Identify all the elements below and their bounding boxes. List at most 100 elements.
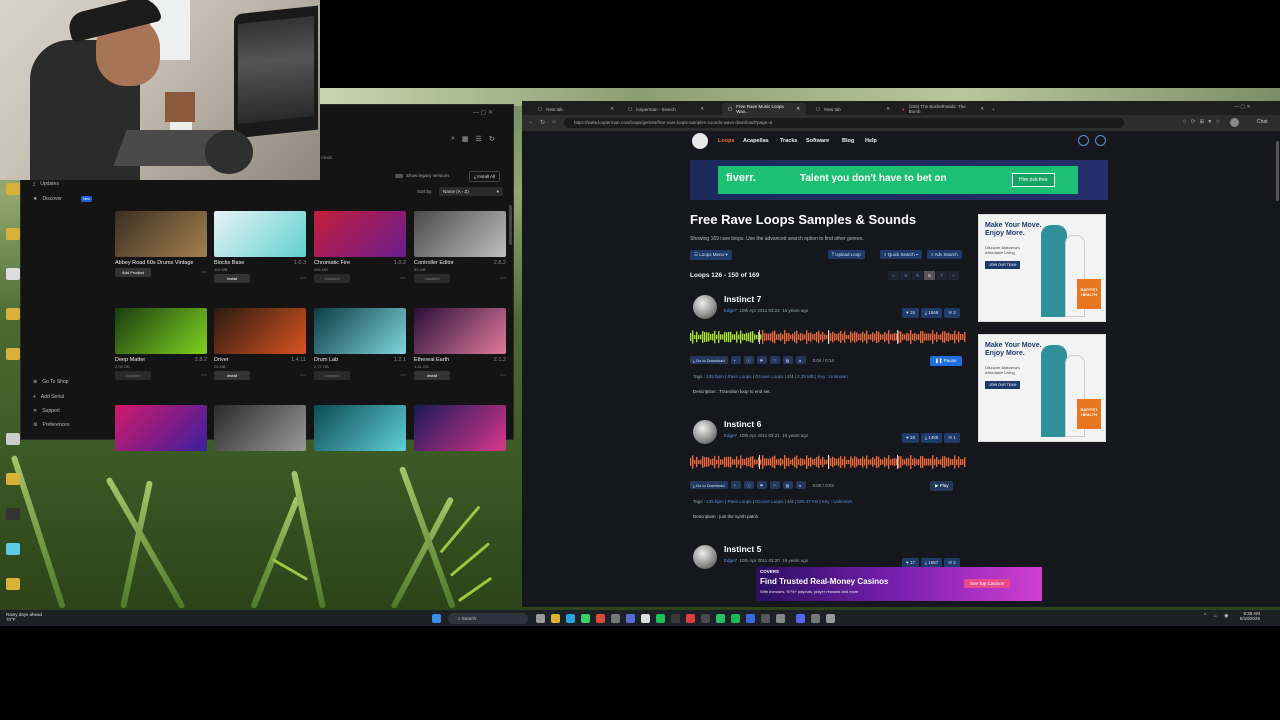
app-icon[interactable] — [761, 614, 770, 623]
tag-bpm[interactable]: 135 bpm — [706, 374, 724, 379]
close-icon[interactable]: ✕ — [700, 106, 704, 112]
product-action-button[interactable]: Install — [214, 371, 250, 380]
folder-icon[interactable] — [6, 473, 20, 485]
page-link[interactable]: 5 — [912, 271, 923, 280]
waveform[interactable] — [690, 455, 966, 469]
discord-icon[interactable] — [796, 614, 805, 623]
avatar[interactable] — [693, 295, 717, 319]
toggle-switch[interactable] — [395, 173, 403, 178]
tag-category[interactable]: Groove Loops — [755, 374, 783, 379]
close-icon[interactable]: ✕ — [796, 106, 800, 112]
weather-widget[interactable]: Rainy days ahead 70°F — [6, 612, 42, 622]
page-link[interactable]: 7 — [936, 271, 947, 280]
info-icon[interactable]: ⓘ — [743, 481, 754, 489]
product-action-button[interactable]: Installed — [314, 371, 350, 380]
dark-mode-icon[interactable] — [1095, 135, 1106, 146]
more-options-icon[interactable]: ⋯ — [201, 372, 207, 379]
heart-icon[interactable]: ♡ — [769, 481, 780, 489]
fiverr-banner[interactable]: fiverr. Talent you don't have to bet on … — [690, 160, 1108, 200]
more-options-icon[interactable]: ⋯ — [201, 269, 207, 276]
ad-cta[interactable]: See Top Casinos — [964, 579, 1010, 588]
folder-icon[interactable] — [6, 228, 20, 240]
edge-icon[interactable] — [566, 614, 575, 623]
avatar[interactable] — [693, 420, 717, 444]
app-icon[interactable] — [611, 614, 620, 623]
add-icon[interactable]: + — [730, 356, 741, 364]
product-action-button[interactable]: Install — [414, 371, 450, 380]
back-icon[interactable]: ← — [528, 119, 534, 125]
loop-title[interactable]: Instinct 7 — [724, 294, 761, 304]
product-action-button[interactable]: Install — [214, 274, 250, 283]
more-options-icon[interactable]: ⋯ — [500, 275, 506, 282]
nav-tracks[interactable]: Tracks — [780, 138, 797, 144]
heart-icon[interactable]: ♡ — [769, 356, 780, 364]
url-field[interactable]: https://www.looperman.com/loops/genres/f… — [564, 118, 1124, 128]
reload-icon[interactable]: ↻ — [540, 119, 545, 126]
comment-icon[interactable]: ▤ — [782, 481, 793, 489]
more-options-icon[interactable]: ⋯ — [500, 372, 506, 379]
flag-icon[interactable]: ⚑ — [756, 356, 767, 364]
app-icon[interactable] — [811, 614, 820, 623]
sidebar-item-discover[interactable]: ★ Discover New — [33, 196, 92, 202]
sidebar-item-add-serial[interactable]: + Add Serial — [33, 394, 64, 400]
new-tab-button[interactable]: + — [986, 103, 1001, 115]
product-tile[interactable]: Drum Lab 1.2.1 2.72 GB Installed ⋯ — [314, 308, 406, 380]
product-action-button[interactable]: Installed — [314, 274, 350, 283]
loop-user[interactable]: Edge7 — [724, 308, 737, 313]
home-icon[interactable]: ⌂ — [552, 119, 556, 125]
close-icon[interactable]: ✕ — [980, 106, 984, 112]
product-tile[interactable]: Driver 1.4.11 28 MB Install ⋯ — [214, 308, 306, 380]
product-tile[interactable]: Controller Editor 2.8.2 59 MB Installed ⋯ — [414, 211, 506, 283]
tray-icons[interactable]: ^ ⌂ ◉ — [1204, 613, 1232, 619]
app-icon[interactable] — [641, 614, 650, 623]
tag-category[interactable]: Groove Loops — [755, 499, 783, 504]
add-icon[interactable]: + — [730, 481, 741, 489]
product-tile[interactable] — [414, 405, 506, 451]
refresh-icon[interactable]: ↻ — [489, 135, 495, 143]
app-icon[interactable] — [701, 614, 710, 623]
page-link[interactable]: » — [948, 271, 959, 280]
downloads-badge[interactable]: ⤓ 1488 — [920, 433, 943, 443]
info-icon[interactable]: ⓘ — [743, 356, 754, 364]
task-view-icon[interactable] — [536, 614, 545, 623]
spotify-icon[interactable] — [731, 614, 740, 623]
file-icon[interactable] — [6, 268, 20, 280]
volume-icon[interactable]: ◂ — [795, 356, 806, 364]
loop-user[interactable]: Edge7 — [724, 433, 737, 438]
scrollbar[interactable] — [509, 205, 512, 245]
search-icon[interactable]: ⌕ — [451, 135, 455, 143]
product-tile[interactable]: Blocks Base 1.0.3 114 MB Install ⋯ — [214, 211, 306, 283]
app-icon[interactable] — [596, 614, 605, 623]
adv-search-button[interactable]: ⌕ Adv Search — [927, 250, 962, 259]
app-icon[interactable] — [716, 614, 725, 623]
tab-5[interactable]: ● (225) The Buckethoads: The Bomb ✕ — [896, 103, 990, 115]
likes-badge[interactable]: ♥ 15 — [902, 308, 919, 318]
product-tile[interactable] — [214, 405, 306, 451]
product-tile[interactable] — [314, 405, 406, 451]
comments-badge[interactable]: ✉ 2 — [944, 308, 960, 318]
sort-dropdown[interactable]: Name (A - Z) ▾ — [439, 187, 503, 196]
clock[interactable]: 9:36 AM 6/18/2026 — [1240, 611, 1260, 621]
copilot-chat-button[interactable]: Chat — [1257, 119, 1268, 125]
close-icon[interactable]: ✕ — [886, 106, 890, 112]
sidebar-item-support[interactable]: ✕ Support — [33, 408, 60, 414]
side-ad[interactable]: Make Your Move. Enjoy More. Discover Ala… — [978, 214, 1106, 322]
upload-button[interactable]: ⤒ Upload Loop — [828, 250, 865, 259]
play-button[interactable]: ❚❚ Pause — [930, 356, 962, 366]
flag-icon[interactable]: ⚑ — [756, 481, 767, 489]
goto-download-button[interactable]: ⤓ Go to Download — [690, 356, 728, 364]
folder-icon[interactable] — [6, 578, 20, 590]
comments-badge[interactable]: ✉ 1 — [944, 433, 960, 443]
app-icon[interactable] — [671, 614, 680, 623]
product-action-button[interactable]: Installed — [414, 274, 450, 283]
side-ad[interactable]: Make Your Move. Enjoy More. Discover Ala… — [978, 334, 1106, 442]
likes-badge[interactable]: ♥ 16 — [902, 433, 919, 443]
product-tile[interactable]: Deep Matter 2.8.2 2.04 GB Installed ⋯ — [115, 308, 207, 380]
tab-4[interactable]: ▢ New tab ✕ — [810, 103, 896, 115]
folder-icon[interactable] — [6, 348, 20, 360]
product-action-button[interactable]: Add Product — [115, 268, 151, 277]
loop-title[interactable]: Instinct 6 — [724, 419, 761, 429]
banner-cta[interactable]: Hire risk-free — [1012, 173, 1055, 187]
product-tile[interactable]: Ethereal Earth 2.1.2 1.41 GB Install ⋯ — [414, 308, 506, 380]
tag-category[interactable]: Rave Loops — [727, 374, 751, 379]
